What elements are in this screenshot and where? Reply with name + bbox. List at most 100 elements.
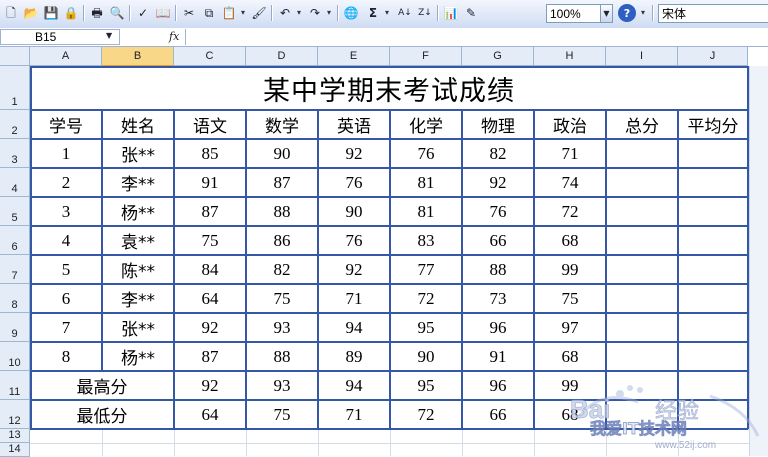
row-header-10[interactable]: 10: [0, 342, 30, 371]
score-cell[interactable]: 96: [462, 313, 534, 342]
total-cell[interactable]: [606, 255, 678, 284]
row-header-7[interactable]: 7: [0, 255, 30, 284]
score-cell[interactable]: 86: [246, 226, 318, 255]
score-cell[interactable]: 90: [390, 342, 462, 371]
vertical-scrollbar[interactable]: [749, 66, 768, 456]
score-cell[interactable]: 71: [318, 284, 390, 313]
copy-icon[interactable]: ⧉: [200, 4, 218, 22]
student-name-cell[interactable]: 袁**: [102, 226, 174, 255]
score-cell[interactable]: 64: [174, 284, 246, 313]
average-cell[interactable]: [678, 342, 748, 371]
student-id-cell[interactable]: 3: [30, 197, 102, 226]
min-score-cell[interactable]: 64: [174, 400, 246, 429]
score-cell[interactable]: 88: [462, 255, 534, 284]
row-header-4[interactable]: 4: [0, 168, 30, 197]
score-cell[interactable]: 87: [174, 197, 246, 226]
row-header-14[interactable]: 14: [0, 443, 30, 457]
average-cell[interactable]: [678, 197, 748, 226]
save-icon[interactable]: 💾: [42, 4, 60, 22]
score-cell[interactable]: 87: [174, 342, 246, 371]
total-cell[interactable]: [606, 284, 678, 313]
sheet-title-cell[interactable]: 某中学期末考试成绩: [30, 66, 748, 110]
column-header-d[interactable]: D: [246, 47, 318, 66]
score-cell[interactable]: 92: [318, 255, 390, 284]
header-cell[interactable]: 物理: [462, 110, 534, 139]
paste-icon[interactable]: 📋: [220, 4, 238, 22]
font-name-select[interactable]: 宋体: [658, 4, 768, 23]
student-name-cell[interactable]: 李**: [102, 284, 174, 313]
toolbar-options-icon[interactable]: ▾: [638, 4, 648, 22]
student-id-cell[interactable]: 8: [30, 342, 102, 371]
average-cell[interactable]: [678, 226, 748, 255]
min-score-cell[interactable]: 71: [318, 400, 390, 429]
total-cell[interactable]: [606, 139, 678, 168]
row-header-2[interactable]: 2: [0, 110, 30, 139]
total-cell[interactable]: [606, 168, 678, 197]
print-preview-icon[interactable]: 🔍: [108, 4, 126, 22]
insert-function-icon[interactable]: fx: [169, 30, 179, 43]
format-painter-icon[interactable]: 🖌: [250, 4, 268, 22]
min-score-cell[interactable]: 72: [390, 400, 462, 429]
score-cell[interactable]: 71: [534, 139, 606, 168]
score-cell[interactable]: 88: [246, 197, 318, 226]
row-header-9[interactable]: 9: [0, 313, 30, 342]
sort-ascending-icon[interactable]: A↓: [396, 4, 414, 22]
score-cell[interactable]: 92: [318, 139, 390, 168]
score-cell[interactable]: 82: [246, 255, 318, 284]
name-box[interactable]: B15: [0, 29, 120, 45]
score-cell[interactable]: 92: [462, 168, 534, 197]
total-cell[interactable]: [606, 197, 678, 226]
student-name-cell[interactable]: 杨**: [102, 342, 174, 371]
row-header-1[interactable]: 1: [0, 66, 30, 110]
min-score-cell[interactable]: 75: [246, 400, 318, 429]
hyperlink-icon[interactable]: 🌐: [342, 4, 360, 22]
row-header-6[interactable]: 6: [0, 226, 30, 255]
max-score-cell[interactable]: 92: [174, 371, 246, 400]
redo-dropdown-icon[interactable]: ▾: [324, 4, 334, 22]
score-cell[interactable]: 76: [462, 197, 534, 226]
score-cell[interactable]: 81: [390, 197, 462, 226]
spelling-icon[interactable]: ✓: [134, 4, 152, 22]
undo-dropdown-icon[interactable]: ▾: [294, 4, 304, 22]
row-header-13[interactable]: 13: [0, 429, 30, 443]
max-score-cell[interactable]: 96: [462, 371, 534, 400]
score-cell[interactable]: 77: [390, 255, 462, 284]
max-score-cell[interactable]: 94: [318, 371, 390, 400]
column-header-h[interactable]: H: [534, 47, 606, 66]
column-header-g[interactable]: G: [462, 47, 534, 66]
score-cell[interactable]: 73: [462, 284, 534, 313]
research-icon[interactable]: 📖: [154, 4, 172, 22]
row-header-3[interactable]: 3: [0, 139, 30, 168]
total-cell[interactable]: [606, 226, 678, 255]
average-cell[interactable]: [678, 313, 748, 342]
student-id-cell[interactable]: 1: [30, 139, 102, 168]
total-cell[interactable]: [606, 342, 678, 371]
score-cell[interactable]: 85: [174, 139, 246, 168]
header-cell[interactable]: 总分: [606, 110, 678, 139]
min-score-label-cell[interactable]: 最低分: [30, 400, 174, 429]
header-cell[interactable]: 姓名: [102, 110, 174, 139]
undo-icon[interactable]: ↶: [276, 4, 294, 22]
student-id-cell[interactable]: 4: [30, 226, 102, 255]
score-cell[interactable]: 88: [246, 342, 318, 371]
score-cell[interactable]: 68: [534, 342, 606, 371]
max-score-cell[interactable]: 93: [246, 371, 318, 400]
redo-icon[interactable]: ↷: [306, 4, 324, 22]
permission-icon[interactable]: 🔒: [62, 4, 80, 22]
score-cell[interactable]: 90: [246, 139, 318, 168]
score-cell[interactable]: 84: [174, 255, 246, 284]
column-header-i[interactable]: I: [606, 47, 678, 66]
row-header-12[interactable]: 12: [0, 400, 30, 429]
row-header-5[interactable]: 5: [0, 197, 30, 226]
average-cell[interactable]: [678, 284, 748, 313]
name-box-dropdown-icon[interactable]: ▼: [106, 31, 112, 40]
student-id-cell[interactable]: 7: [30, 313, 102, 342]
header-cell[interactable]: 政治: [534, 110, 606, 139]
autosum-dropdown-icon[interactable]: ▾: [382, 4, 392, 22]
column-header-b[interactable]: B: [102, 47, 174, 66]
student-id-cell[interactable]: 2: [30, 168, 102, 197]
max-score-cell[interactable]: 95: [390, 371, 462, 400]
score-cell[interactable]: 97: [534, 313, 606, 342]
min-score-cell[interactable]: 66: [462, 400, 534, 429]
help-icon[interactable]: ?: [618, 4, 636, 22]
